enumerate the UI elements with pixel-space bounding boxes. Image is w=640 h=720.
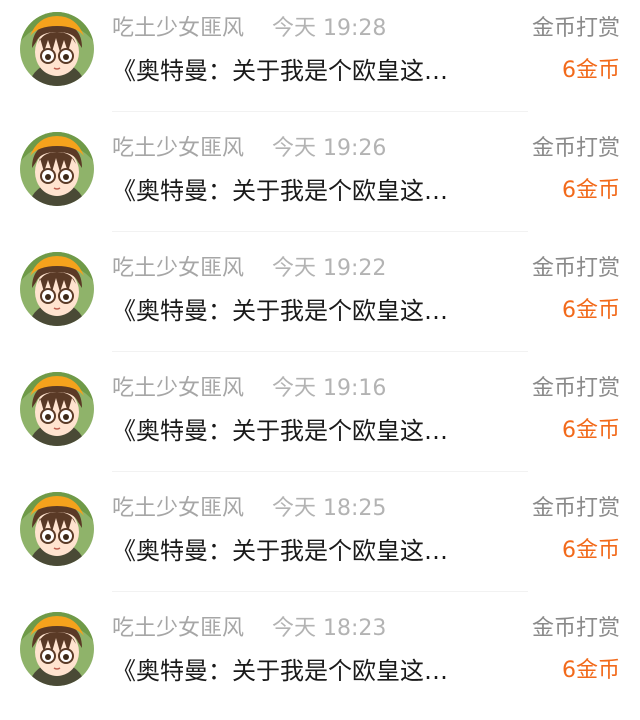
sender-name: 吃土少女匪风 <box>112 16 245 41</box>
coin-amount: 6金币 <box>562 418 620 443</box>
divider <box>112 111 528 112</box>
reward-type-label: 金币打赏 <box>531 616 620 641</box>
sender-name: 吃土少女匪风 <box>112 136 245 161</box>
list-item[interactable]: 吃土少女匪风 今天 19:26 金币打赏 《奥特曼：关于我是个欧皇这… 6金币 <box>0 120 640 240</box>
divider <box>112 231 528 232</box>
avatar[interactable] <box>20 252 94 326</box>
coin-amount: 6金币 <box>562 538 620 563</box>
sender-name: 吃土少女匪风 <box>112 616 245 641</box>
coin-amount: 6金币 <box>562 178 620 203</box>
reward-type-label: 金币打赏 <box>531 16 620 41</box>
timestamp: 今天 18:25 <box>272 496 387 521</box>
divider <box>112 351 528 352</box>
avatar[interactable] <box>20 12 94 86</box>
anime-girl-avatar-icon <box>20 132 94 206</box>
coin-amount: 6金币 <box>562 298 620 323</box>
timestamp: 今天 19:16 <box>272 376 387 401</box>
message-preview: 《奥特曼：关于我是个欧皇这… <box>112 657 448 685</box>
message-preview: 《奥特曼：关于我是个欧皇这… <box>112 57 448 85</box>
list-item[interactable]: 吃土少女匪风 今天 18:23 金币打赏 《奥特曼：关于我是个欧皇这… 6金币 <box>0 600 640 720</box>
avatar[interactable] <box>20 612 94 686</box>
sender-name: 吃土少女匪风 <box>112 256 245 281</box>
list-item[interactable]: 吃土少女匪风 今天 19:16 金币打赏 《奥特曼：关于我是个欧皇这… 6金币 <box>0 360 640 480</box>
anime-girl-avatar-icon <box>20 612 94 686</box>
avatar[interactable] <box>20 132 94 206</box>
message-preview: 《奥特曼：关于我是个欧皇这… <box>112 417 448 445</box>
reward-type-label: 金币打赏 <box>531 136 620 161</box>
timestamp: 今天 19:28 <box>272 16 387 41</box>
divider <box>112 471 528 472</box>
list-item[interactable]: 吃土少女匪风 今天 19:22 金币打赏 《奥特曼：关于我是个欧皇这… 6金币 <box>0 240 640 360</box>
message-preview: 《奥特曼：关于我是个欧皇这… <box>112 537 448 565</box>
anime-girl-avatar-icon <box>20 252 94 326</box>
sender-name: 吃土少女匪风 <box>112 376 245 401</box>
list-item[interactable]: 吃土少女匪风 今天 19:28 金币打赏 《奥特曼：关于我是个欧皇这… 6金币 <box>0 0 640 120</box>
message-preview: 《奥特曼：关于我是个欧皇这… <box>112 177 448 205</box>
timestamp: 今天 19:26 <box>272 136 387 161</box>
anime-girl-avatar-icon <box>20 492 94 566</box>
timestamp: 今天 18:23 <box>272 616 387 641</box>
reward-type-label: 金币打赏 <box>531 256 620 281</box>
message-preview: 《奥特曼：关于我是个欧皇这… <box>112 297 448 325</box>
reward-type-label: 金币打赏 <box>531 376 620 401</box>
list-item[interactable]: 吃土少女匪风 今天 18:25 金币打赏 《奥特曼：关于我是个欧皇这… 6金币 <box>0 480 640 600</box>
timestamp: 今天 19:22 <box>272 256 387 281</box>
reward-type-label: 金币打赏 <box>531 496 620 521</box>
avatar[interactable] <box>20 492 94 566</box>
reward-notification-list: 吃土少女匪风 今天 19:28 金币打赏 《奥特曼：关于我是个欧皇这… 6金币 <box>0 0 640 714</box>
divider <box>112 591 528 592</box>
anime-girl-avatar-icon <box>20 372 94 446</box>
avatar[interactable] <box>20 372 94 446</box>
coin-amount: 6金币 <box>562 58 620 83</box>
anime-girl-avatar-icon <box>20 12 94 86</box>
sender-name: 吃土少女匪风 <box>112 496 245 521</box>
coin-amount: 6金币 <box>562 658 620 683</box>
